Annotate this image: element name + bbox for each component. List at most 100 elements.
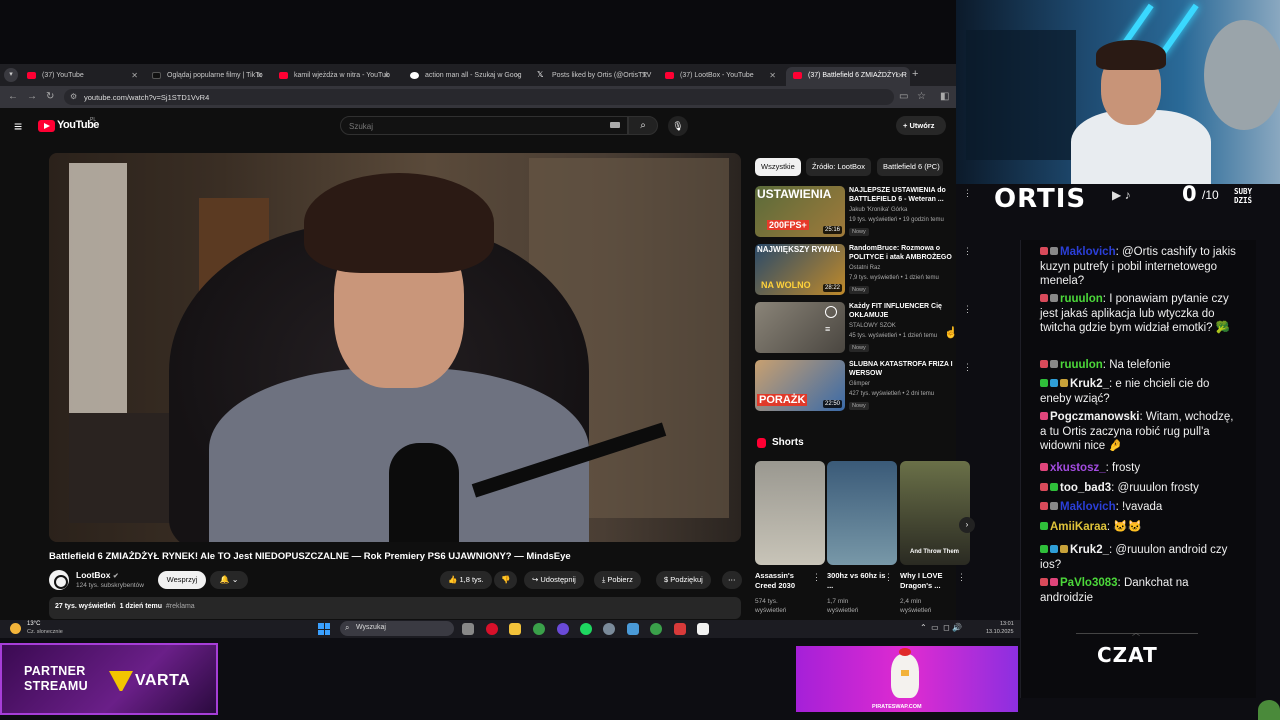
short-title[interactable]: 300hz vs 60hz is ... (827, 571, 887, 591)
site-info-icon[interactable]: ⚙ (70, 92, 77, 101)
more-options-icon[interactable]: ⋮ (963, 188, 972, 199)
more-options-icon[interactable]: ⋮ (957, 572, 966, 583)
chat-username[interactable]: PaVlo3083 (1060, 577, 1118, 589)
hashtag[interactable]: #reklama (166, 603, 195, 610)
browser-tab[interactable]: kamil wjeżdża w nitra - YouTub ✕ (272, 67, 396, 86)
chat-username[interactable]: Pogczmanowski (1050, 411, 1139, 423)
support-button[interactable]: Wesprzyj (158, 571, 206, 589)
video-player[interactable] (49, 153, 741, 542)
close-tab-icon[interactable]: ✕ (897, 71, 904, 80)
more-actions-button[interactable]: ⋯ (722, 571, 742, 589)
close-tab-icon[interactable]: ✕ (641, 71, 648, 80)
discord-icon[interactable] (557, 623, 569, 635)
recommendation-title[interactable]: Każdy FIT INFLUENCER Cię OKŁAMUJE (849, 302, 959, 320)
channel-name[interactable]: LootBox ✔ (76, 570, 119, 580)
keyboard-icon[interactable] (610, 122, 620, 128)
browser-tab[interactable]: action man all - Szukaj w Goog ✕ (403, 67, 527, 86)
back-icon[interactable]: ← (8, 91, 18, 102)
short-thumbnail[interactable] (827, 461, 897, 565)
close-tab-icon[interactable]: ✕ (514, 71, 521, 80)
shorts-next-button[interactable]: › (959, 517, 975, 533)
chat-username[interactable]: too_bad3 (1060, 482, 1111, 494)
recommendation-channel[interactable]: Jakub 'Kronika' Górka (849, 207, 907, 213)
short-title[interactable]: Why I LOVE Dragon's ... (900, 571, 960, 591)
recommendation-channel[interactable]: STALOWY SZOK (849, 323, 896, 329)
taskbar-search[interactable]: ⌕ Wyszukaj (340, 621, 454, 636)
channel-avatar[interactable] (49, 570, 69, 590)
recommendation-item[interactable]: NAJWIĘKSZY RYWAL NA WOLNO 28:22 RandomBr… (755, 244, 972, 298)
video-thumbnail[interactable]: ≡ (755, 302, 845, 353)
chat-username[interactable]: Maklovich (1060, 501, 1116, 513)
chat-username[interactable]: xkustosz_ (1050, 462, 1106, 474)
video-thumbnail[interactable]: USTAWIENIA 200FPS+ 25:16 (755, 186, 845, 237)
chip-topic[interactable]: Battlefield 6 (PC) (877, 158, 943, 176)
chat-username[interactable]: Kruk2_ (1070, 544, 1109, 556)
description-box[interactable]: 27 tys. wyświetleń 1 dzień temu #reklama (49, 597, 741, 619)
url-field[interactable]: ⚙ youtube.com/watch?v=Sj1STD1VvR4 (64, 89, 894, 105)
recommendation-title[interactable]: NAJLEPSZE USTAWIENIA do BATTLEFIELD 6 - … (849, 186, 959, 204)
chrome-icon[interactable] (650, 623, 662, 635)
recommendation-channel[interactable]: Ostatni Raz (849, 265, 880, 271)
youtube-logo[interactable]: YouTube PL (38, 117, 99, 133)
short-title[interactable]: Assassin's Creed 2030 (755, 571, 815, 591)
browser-tab[interactable]: 𝕏 Posts liked by Ortis (@OrtisTTV ✕ (530, 67, 654, 86)
close-tab-icon[interactable]: ✕ (256, 71, 263, 80)
app-icon[interactable] (603, 623, 615, 635)
search-input[interactable]: Szukaj (340, 116, 628, 135)
share-button[interactable]: ↪ Udostępnij (524, 571, 584, 589)
more-options-icon[interactable]: ⋮ (963, 304, 972, 315)
create-button[interactable]: + Utwórz (896, 116, 946, 135)
chat-username[interactable]: Kruk2_ (1070, 378, 1109, 390)
close-tab-icon[interactable]: ✕ (131, 71, 138, 80)
chat-username[interactable]: ruuulon (1060, 359, 1103, 371)
chat-username[interactable]: Maklovich (1060, 246, 1116, 258)
video-thumbnail[interactable]: PORAŻK 22:50 (755, 360, 845, 411)
new-tab-button[interactable]: + (912, 68, 918, 80)
chat-username[interactable]: AmiiKaraa (1050, 521, 1107, 533)
browser-tab[interactable]: (37) LootBox - YouTube ✕ (658, 67, 782, 86)
video-thumbnail[interactable]: NAJWIĘKSZY RYWAL NA WOLNO 28:22 (755, 244, 845, 295)
thanks-button[interactable]: $ Podziękuj (656, 571, 711, 589)
dislike-button[interactable]: 👎 (494, 571, 518, 589)
browser-tab[interactable]: Oglądaj popularne filmy | TikTo ✕ (145, 67, 269, 86)
bookmark-star-icon[interactable]: ☆ (917, 91, 926, 102)
short-thumbnail[interactable] (755, 461, 825, 565)
voice-search-button[interactable]: 🎙 (668, 116, 688, 136)
like-button[interactable]: 👍 1,8 tys. (440, 571, 492, 589)
file-explorer-icon[interactable] (509, 623, 521, 635)
system-tray[interactable]: ⌃ ▭ ◻ 🔊 (920, 623, 962, 632)
app-icon[interactable] (697, 623, 709, 635)
chip-source[interactable]: Źródło: LootBox (806, 158, 871, 176)
more-options-icon[interactable]: ⋮ (884, 572, 893, 583)
chat-username[interactable]: ruuulon (1060, 293, 1103, 305)
recommendation-item[interactable]: PORAŻK 22:50 ŚLUBNA KATASTROFA FRIZA I W… (755, 360, 972, 414)
more-options-icon[interactable]: ⋮ (963, 362, 972, 373)
more-options-icon[interactable]: ⋮ (812, 572, 821, 583)
more-options-icon[interactable]: ⋮ (963, 246, 972, 257)
tab-list-button[interactable]: ▾ (4, 68, 18, 82)
chrome-icon[interactable] (533, 623, 545, 635)
browser-tab[interactable]: (37) Battlefield 6 ZMIAŻDŻYŁ R ✕ (786, 67, 910, 86)
browser-tab[interactable]: (37) YouTube ✕ (20, 67, 144, 86)
recommendation-item[interactable]: ≡ Każdy FIT INFLUENCER Cię OKŁAMUJE STAL… (755, 302, 972, 356)
recommendation-title[interactable]: ŚLUBNA KATASTROFA FRIZA I WERSOW (849, 360, 959, 378)
extensions-icon[interactable]: ◧ (940, 91, 949, 102)
download-button[interactable]: ⤓ Pobierz (594, 571, 641, 589)
install-icon[interactable]: ▭ (899, 91, 908, 102)
hamburger-menu-icon[interactable]: ≡ (14, 118, 22, 134)
reload-icon[interactable]: ↻ (46, 91, 54, 102)
notification-bell-button[interactable]: 🔔 ⌄ (210, 571, 248, 589)
recommendation-title[interactable]: RandomBruce: Rozmowa o POLITYCE i atak A… (849, 244, 959, 262)
windows-start-icon[interactable] (318, 623, 330, 635)
opera-icon[interactable] (486, 623, 498, 635)
close-tab-icon[interactable]: ✕ (383, 71, 390, 80)
chip-all[interactable]: Wszystkie (755, 158, 801, 176)
short-thumbnail[interactable]: And Throw Them (900, 461, 970, 565)
forward-icon[interactable]: → (27, 91, 37, 102)
task-view-icon[interactable] (462, 623, 474, 635)
weather-icon[interactable] (10, 623, 21, 634)
recommendation-item[interactable]: USTAWIENIA 200FPS+ 25:16 NAJLEPSZE USTAW… (755, 186, 972, 240)
close-tab-icon[interactable]: ✕ (769, 71, 776, 80)
search-button[interactable]: ⌕ (628, 116, 658, 135)
spotify-icon[interactable] (580, 623, 592, 635)
